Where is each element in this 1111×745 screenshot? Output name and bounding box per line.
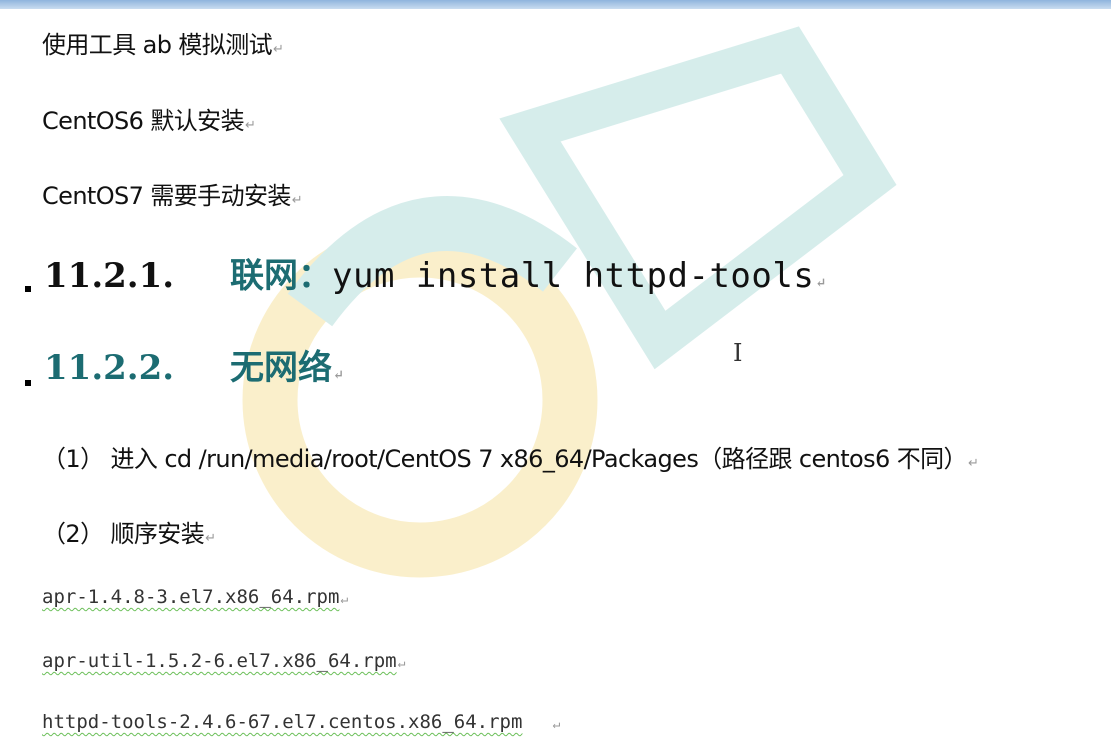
paragraph-mark: ↵: [397, 656, 406, 671]
paragraph-mark: ↵: [205, 531, 216, 546]
paragraph-mark: ↵: [967, 456, 979, 471]
para-ab-tool-text: 使用工具 ab 模拟测试: [42, 31, 273, 59]
paragraph-mark: ↵: [333, 368, 344, 383]
paragraph-mark: ↵: [291, 193, 303, 208]
para-step-2: （2） 顺序安装↵: [42, 514, 216, 549]
para-centos7: CentOS7 需要手动安装↵: [42, 176, 303, 211]
heading-bullet: [25, 286, 31, 292]
heading-label: 无网络: [230, 348, 332, 388]
text-cursor-icon: I: [733, 339, 743, 367]
para-step-1: （1） 进入 cd /run/media/root/CentOS 7 x86_6…: [42, 439, 979, 474]
paragraph-mark: ↵: [552, 717, 561, 732]
paragraph-mark: ↵: [273, 42, 284, 57]
paragraph-mark: ↵: [244, 118, 256, 133]
para-ab-tool: 使用工具 ab 模拟测试↵: [42, 25, 284, 60]
rpm-apr: apr-1.4.8-3.el7.x86_64.rpm↵: [42, 586, 348, 608]
paragraph-mark: ↵: [815, 276, 827, 291]
heading-number: 11.2.2.: [44, 348, 175, 388]
rpm-httpd-tools: httpd-tools-2.4.6-67.el7.centos.x86_64.r…: [42, 711, 560, 733]
rpm-apr-text: apr-1.4.8-3.el7.x86_64.rpm: [42, 586, 340, 608]
watermark-logo: [242, 26, 897, 578]
heading-11-2-1: 11.2.1. 联网：yum install httpd-tools↵: [44, 248, 826, 297]
rpm-apr-util-text: apr-util-1.5.2-6.el7.x86_64.rpm: [42, 650, 397, 672]
para-centos7-text: CentOS7 需要手动安装: [42, 182, 291, 210]
para-step-2-text: （2） 顺序安装: [42, 520, 205, 548]
para-centos6-text: CentOS6 默认安装: [42, 107, 245, 135]
heading-command: yum install httpd-tools: [332, 256, 815, 296]
rpm-httpd-tools-text: httpd-tools-2.4.6-67.el7.centos.x86_64.r…: [42, 711, 523, 733]
heading-11-2-2: 11.2.2. 无网络↵: [44, 340, 344, 389]
paragraph-mark: ↵: [340, 592, 349, 607]
heading-bullet: [25, 380, 31, 386]
para-centos6: CentOS6 默认安装↵: [42, 101, 256, 136]
heading-number: 11.2.1.: [44, 256, 175, 296]
window-top-bar: [0, 0, 1111, 9]
heading-label: 联网：: [230, 256, 332, 296]
rpm-apr-util: apr-util-1.5.2-6.el7.x86_64.rpm↵: [42, 650, 405, 672]
para-step-1-text: （1） 进入 cd /run/media/root/CentOS 7 x86_6…: [42, 445, 968, 473]
